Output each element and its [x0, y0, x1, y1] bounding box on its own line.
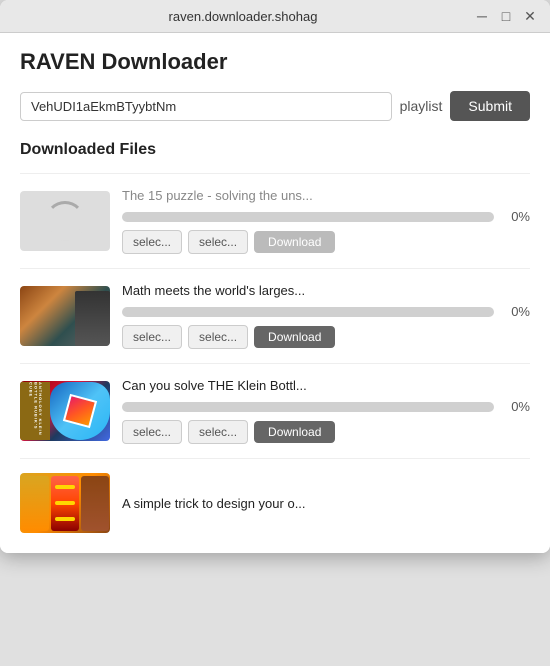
actions-row: selec... selec... Download	[122, 325, 530, 349]
progress-bar-bg	[122, 212, 494, 222]
file-title: The 15 puzzle - solving the uns...	[122, 188, 530, 203]
minimize-button[interactable]: ─	[474, 8, 490, 24]
file-info: The 15 puzzle - solving the uns... 0% se…	[122, 188, 530, 254]
actions-row: selec... selec... Download	[122, 420, 530, 444]
list-item: A simple trick to design your o...	[20, 458, 530, 537]
select-format-button[interactable]: selec...	[122, 325, 182, 349]
progress-row: 0%	[122, 209, 530, 224]
spinner-icon	[45, 201, 85, 241]
progress-bar-bg	[122, 307, 494, 317]
file-title: Math meets the world's larges...	[122, 283, 530, 298]
progress-percent: 0%	[502, 209, 530, 224]
file-info: A simple trick to design your o...	[122, 496, 530, 511]
thumb-text: ANTHOLOGY KLEIN BOTTLE RUBIK'S CUBE	[20, 382, 50, 440]
content-area: RAVEN Downloader playlist Submit Downloa…	[0, 33, 550, 553]
file-thumbnail	[20, 286, 110, 346]
list-item: ANTHOLOGY KLEIN BOTTLE RUBIK'S CUBE Can …	[20, 363, 530, 458]
select-format-button[interactable]: selec...	[122, 420, 182, 444]
files-list: The 15 puzzle - solving the uns... 0% se…	[20, 173, 530, 537]
progress-percent: 0%	[502, 399, 530, 414]
file-info: Can you solve THE Klein Bottl... 0% sele…	[122, 378, 530, 444]
download-button[interactable]: Download	[254, 326, 335, 348]
actions-row: selec... selec... Download	[122, 230, 530, 254]
file-thumbnail	[20, 191, 110, 251]
title-bar: raven.downloader.shohag ─ □ ✕	[0, 0, 550, 33]
file-thumbnail	[20, 473, 110, 533]
window-controls: ─ □ ✕	[474, 8, 538, 24]
app-title: RAVEN Downloader	[20, 49, 530, 75]
progress-bar-bg	[122, 402, 494, 412]
file-thumbnail: ANTHOLOGY KLEIN BOTTLE RUBIK'S CUBE	[20, 381, 110, 441]
file-title: A simple trick to design your o...	[122, 496, 530, 511]
select-quality-button[interactable]: selec...	[188, 230, 248, 254]
window-title: raven.downloader.shohag	[12, 9, 474, 24]
select-format-button[interactable]: selec...	[122, 230, 182, 254]
playlist-label: playlist	[400, 98, 443, 114]
download-button[interactable]: Download	[254, 231, 335, 253]
download-button[interactable]: Download	[254, 421, 335, 443]
submit-button[interactable]: Submit	[450, 91, 530, 121]
section-title: Downloaded Files	[20, 141, 530, 159]
select-quality-button[interactable]: selec...	[188, 420, 248, 444]
select-quality-button[interactable]: selec...	[188, 325, 248, 349]
main-window: raven.downloader.shohag ─ □ ✕ RAVEN Down…	[0, 0, 550, 553]
file-title: Can you solve THE Klein Bottl...	[122, 378, 530, 393]
close-button[interactable]: ✕	[522, 8, 538, 24]
input-row: playlist Submit	[20, 91, 530, 121]
progress-row: 0%	[122, 399, 530, 414]
loading-spinner	[35, 191, 95, 251]
progress-row: 0%	[122, 304, 530, 319]
maximize-button[interactable]: □	[498, 8, 514, 24]
list-item: The 15 puzzle - solving the uns... 0% se…	[20, 173, 530, 268]
file-info: Math meets the world's larges... 0% sele…	[122, 283, 530, 349]
list-item: Math meets the world's larges... 0% sele…	[20, 268, 530, 363]
progress-percent: 0%	[502, 304, 530, 319]
url-input[interactable]	[20, 92, 392, 121]
